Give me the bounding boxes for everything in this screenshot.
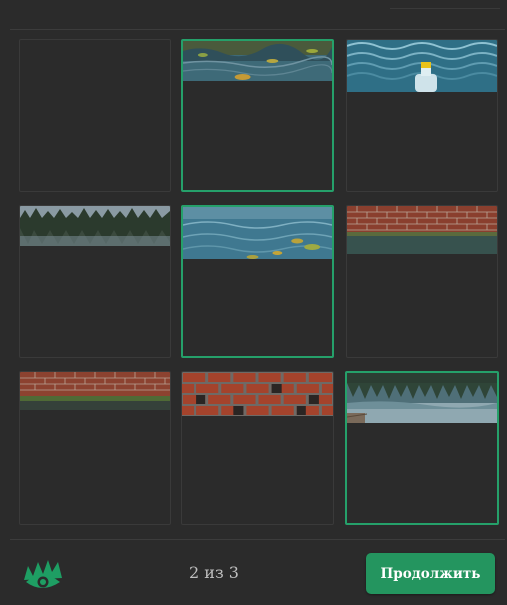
image-tile-9[interactable] [345,371,499,525]
waves-bottle-image [347,40,497,92]
brick-wall-water-image [347,206,497,254]
lake-reflection-image [20,206,170,246]
footer: 2 из 3 Продолжить [0,540,507,605]
step-counter: 2 из 3 [189,563,239,582]
red-brick-wall-image [182,372,333,416]
image-tile-4[interactable] [19,205,171,358]
captcha-panel: 2 из 3 Продолжить [0,0,507,605]
lake-reflection-dock-image [347,373,497,423]
image-tile-7[interactable] [19,371,171,525]
eye-logo-icon [24,560,62,588]
image-tile-2[interactable] [181,39,334,192]
header-strip [0,0,507,30]
pond-lily-image [183,41,332,81]
brick-wall-water-image [20,372,170,410]
image-tile-8[interactable] [181,371,334,525]
image-tile-6[interactable] [346,205,498,358]
header-divider [390,8,500,9]
pond-lily-image [183,207,332,259]
continue-button[interactable]: Продолжить [366,553,495,594]
image-tile-5[interactable] [181,205,334,358]
image-tile-1[interactable] [19,39,171,192]
image-grid [0,30,507,538]
image-tile-3[interactable] [346,39,498,192]
